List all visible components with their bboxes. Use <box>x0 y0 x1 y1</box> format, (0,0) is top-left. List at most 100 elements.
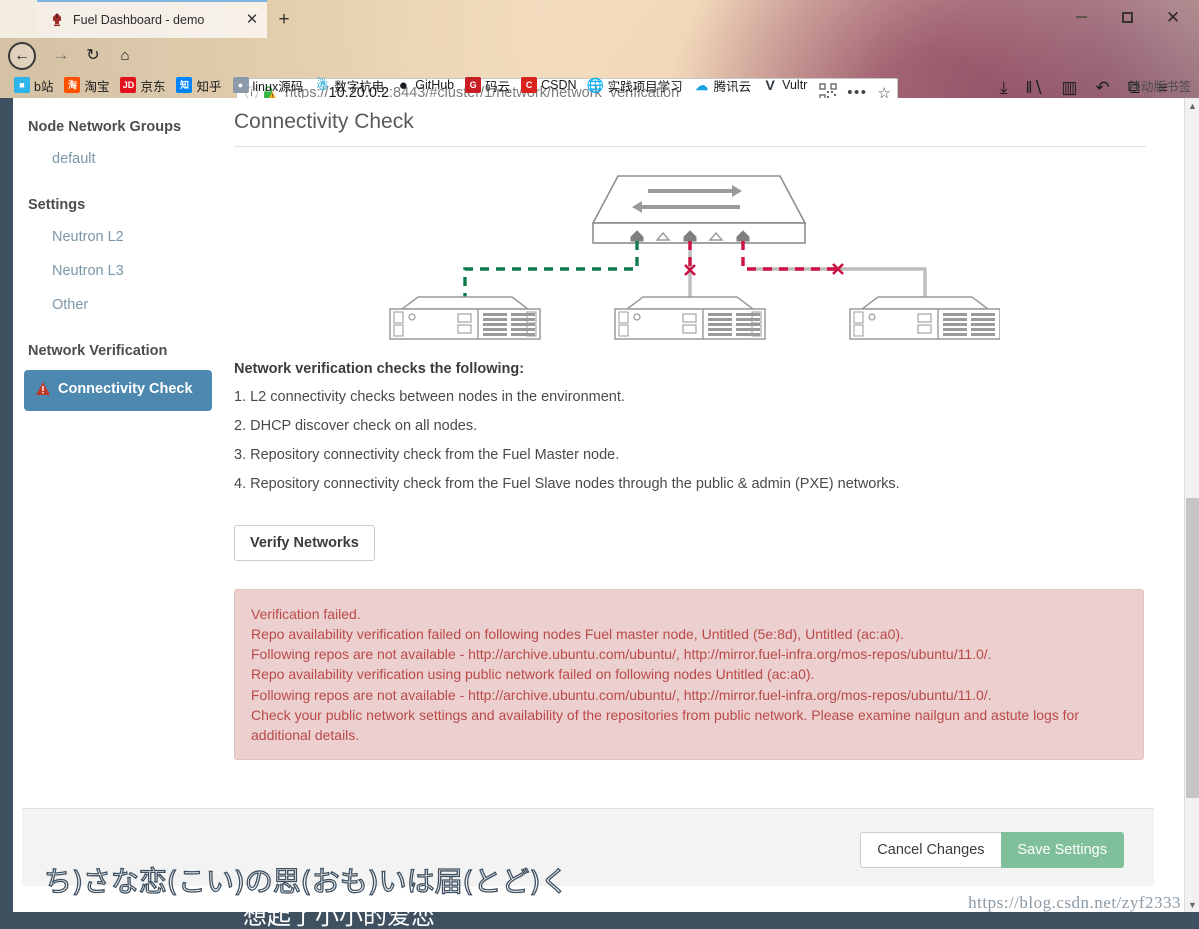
bookmark-label: 数字杭电 <box>334 79 385 94</box>
bookmark-gitee[interactable]: G 码云 <box>465 76 510 95</box>
page-title: Connectivity Check <box>234 98 1146 147</box>
sidebar-item-connectivity-check[interactable]: Connectivity Check <box>24 370 212 412</box>
sidebar-item-neutron-l2[interactable]: Neutron L2 <box>22 220 218 254</box>
page-footer: Cancel Changes Save Settings <box>22 808 1154 886</box>
window-maximize-button[interactable] <box>1105 2 1149 32</box>
page-scrollbar[interactable]: ▲ ▼ <box>1184 98 1199 912</box>
bookmark-csdn[interactable]: C CSDN <box>521 77 577 93</box>
reload-button[interactable]: ↻ <box>78 40 108 70</box>
server-node-2 <box>614 296 766 340</box>
bookmark-label: b站 <box>34 79 54 94</box>
verification-error-alert: Verification failed. Repo availability v… <box>234 589 1144 761</box>
alert-line-4: Repo availability verification using pub… <box>251 666 815 683</box>
window-minimize-button[interactable] <box>1059 2 1103 32</box>
bookmark-digital-hangdian[interactable]: ☃ 数字杭电 <box>314 76 384 95</box>
bookmark-taobao[interactable]: 淘 淘宝 <box>64 76 109 95</box>
bookmark-label: CSDN <box>541 78 577 92</box>
link-ok-green <box>463 241 639 303</box>
main-content: Connectivity Check Network verification … <box>234 98 1146 761</box>
alert-line-1: Verification failed. <box>251 606 361 622</box>
csdn-icon: C <box>521 77 538 93</box>
sidebar-heading-network-verification: Network Verification <box>28 343 168 359</box>
check-item-3: 3. Repository connectivity check from th… <box>234 447 620 463</box>
bilibili-icon: ■ <box>14 77 30 93</box>
tab-title: Fuel Dashboard - demo <box>73 13 205 27</box>
bookmark-zhihu[interactable]: 知 知乎 <box>176 76 222 95</box>
home-button[interactable]: ⌂ <box>110 40 140 70</box>
globe-icon: 🌐 <box>586 77 605 93</box>
alert-line-5: Following repos are not available - http… <box>251 686 992 703</box>
navigation-toolbar: ← → ↻ ⌂ ⓘ https://10.20.0.2:8443/#cluste… <box>0 38 1199 107</box>
sidebar-heading-node-network-groups: Node Network Groups <box>28 119 182 135</box>
save-settings-button[interactable]: Save Settings <box>1000 832 1124 868</box>
bookmarks-bar: ■ b站 淘 淘宝 JD 京东 知 知乎 ● linux源码 ☃ 数字杭电 ● … <box>0 72 1199 98</box>
window-controls: ✕ <box>1059 0 1195 34</box>
link-grey <box>688 241 927 303</box>
alert-line-6: Check your public network settings and a… <box>251 706 1079 743</box>
bookmark-label: 实践项目学习 <box>607 79 683 94</box>
server-node-3 <box>849 296 1000 340</box>
check-item-1: 1. L2 connectivity checks between nodes … <box>234 389 625 405</box>
cancel-changes-button[interactable]: Cancel Changes <box>860 832 1001 868</box>
bookmark-label: linux源码 <box>252 79 304 94</box>
taobao-icon: 淘 <box>64 77 81 93</box>
bookmark-mobile-folder[interactable]: 移动版书签 <box>1128 76 1191 95</box>
bookmark-label: 码云 <box>485 79 511 94</box>
fuel-dashboard-page: Node Network Groups default Settings Neu… <box>0 98 1184 912</box>
check-item-4: 4. Repository connectivity check from th… <box>234 476 900 492</box>
server-node-1 <box>389 296 541 340</box>
sidebar-item-neutron-l3[interactable]: Neutron L3 <box>22 254 218 288</box>
scroll-down-arrow-icon[interactable]: ▼ <box>1185 897 1199 912</box>
page-left-gutter <box>13 98 22 912</box>
bookmark-bilibili[interactable]: ■ b站 <box>14 76 53 95</box>
bookmark-vultr[interactable]: V Vultr <box>762 77 807 93</box>
bookmark-github[interactable]: ● GitHub <box>395 77 454 93</box>
sidebar-heading-settings: Settings <box>28 197 86 213</box>
warning-triangle-icon <box>36 382 50 401</box>
tab-strip-stub <box>0 0 37 38</box>
bookmark-linux-source[interactable]: ● linux源码 <box>232 76 304 95</box>
bookmark-label: GitHub <box>415 78 455 92</box>
topology-svg <box>389 175 1000 340</box>
zhihu-icon: 知 <box>176 77 193 93</box>
scroll-up-arrow-icon[interactable]: ▲ <box>1185 98 1199 113</box>
check-item-2: 2. DHCP discover check on all nodes. <box>234 418 478 434</box>
scrollbar-thumb[interactable] <box>1186 498 1199 798</box>
back-button[interactable]: ← <box>6 40 38 72</box>
gitee-icon: G <box>465 77 482 93</box>
sidebar-item-label: Connectivity Check <box>58 381 193 397</box>
page-viewport: Node Network Groups default Settings Neu… <box>0 98 1199 912</box>
switch-device <box>591 175 807 244</box>
bookmark-label: 淘宝 <box>84 79 110 94</box>
footer-buttons: Cancel Changes Save Settings <box>860 832 1124 868</box>
bookmark-jd[interactable]: JD 京东 <box>120 76 165 95</box>
bookmark-label: Vultr <box>782 78 808 92</box>
forward-button[interactable]: → <box>46 40 76 70</box>
verify-networks-button[interactable]: Verify Networks <box>234 525 375 561</box>
vultr-icon: V <box>765 77 775 93</box>
bookmark-label: 腾讯云 <box>713 79 752 94</box>
bookmark-label: 知乎 <box>196 79 222 94</box>
alert-line-2: Repo availability verification failed on… <box>251 626 904 643</box>
sidebar-item-other[interactable]: Other <box>22 288 218 322</box>
sidebar-item-default[interactable]: default <box>22 142 218 176</box>
new-tab-button[interactable]: + <box>272 8 296 32</box>
linux-icon: ● <box>232 77 249 93</box>
bookmark-practice-projects[interactable]: 🌐 实践项目学习 <box>586 76 683 95</box>
bookmark-label: 京东 <box>140 79 166 94</box>
browser-window: Fuel Dashboard - demo ✕ + ✕ ← → ↻ ⌂ ⓘ ht… <box>0 0 1199 912</box>
tab-fuel-dashboard[interactable]: Fuel Dashboard - demo ✕ <box>37 0 267 38</box>
page-left-rail <box>0 98 13 912</box>
bookmark-tencent-cloud[interactable]: ☁ 腾讯云 <box>694 76 752 95</box>
tab-strip: Fuel Dashboard - demo ✕ + ✕ <box>0 0 1199 38</box>
link-failed-red <box>688 241 838 271</box>
jd-icon: JD <box>120 77 137 93</box>
settings-sidebar: Node Network Groups default Settings Neu… <box>22 98 218 412</box>
network-topology-diagram <box>234 147 1146 349</box>
back-arrow-icon: ← <box>8 42 36 70</box>
github-icon: ● <box>398 76 408 94</box>
tab-close-icon[interactable]: ✕ <box>243 11 261 29</box>
window-close-button[interactable]: ✕ <box>1151 2 1195 32</box>
verification-checks-list: Network verification checks the followin… <box>234 349 1146 492</box>
cloud-icon: ☃ <box>315 77 329 93</box>
